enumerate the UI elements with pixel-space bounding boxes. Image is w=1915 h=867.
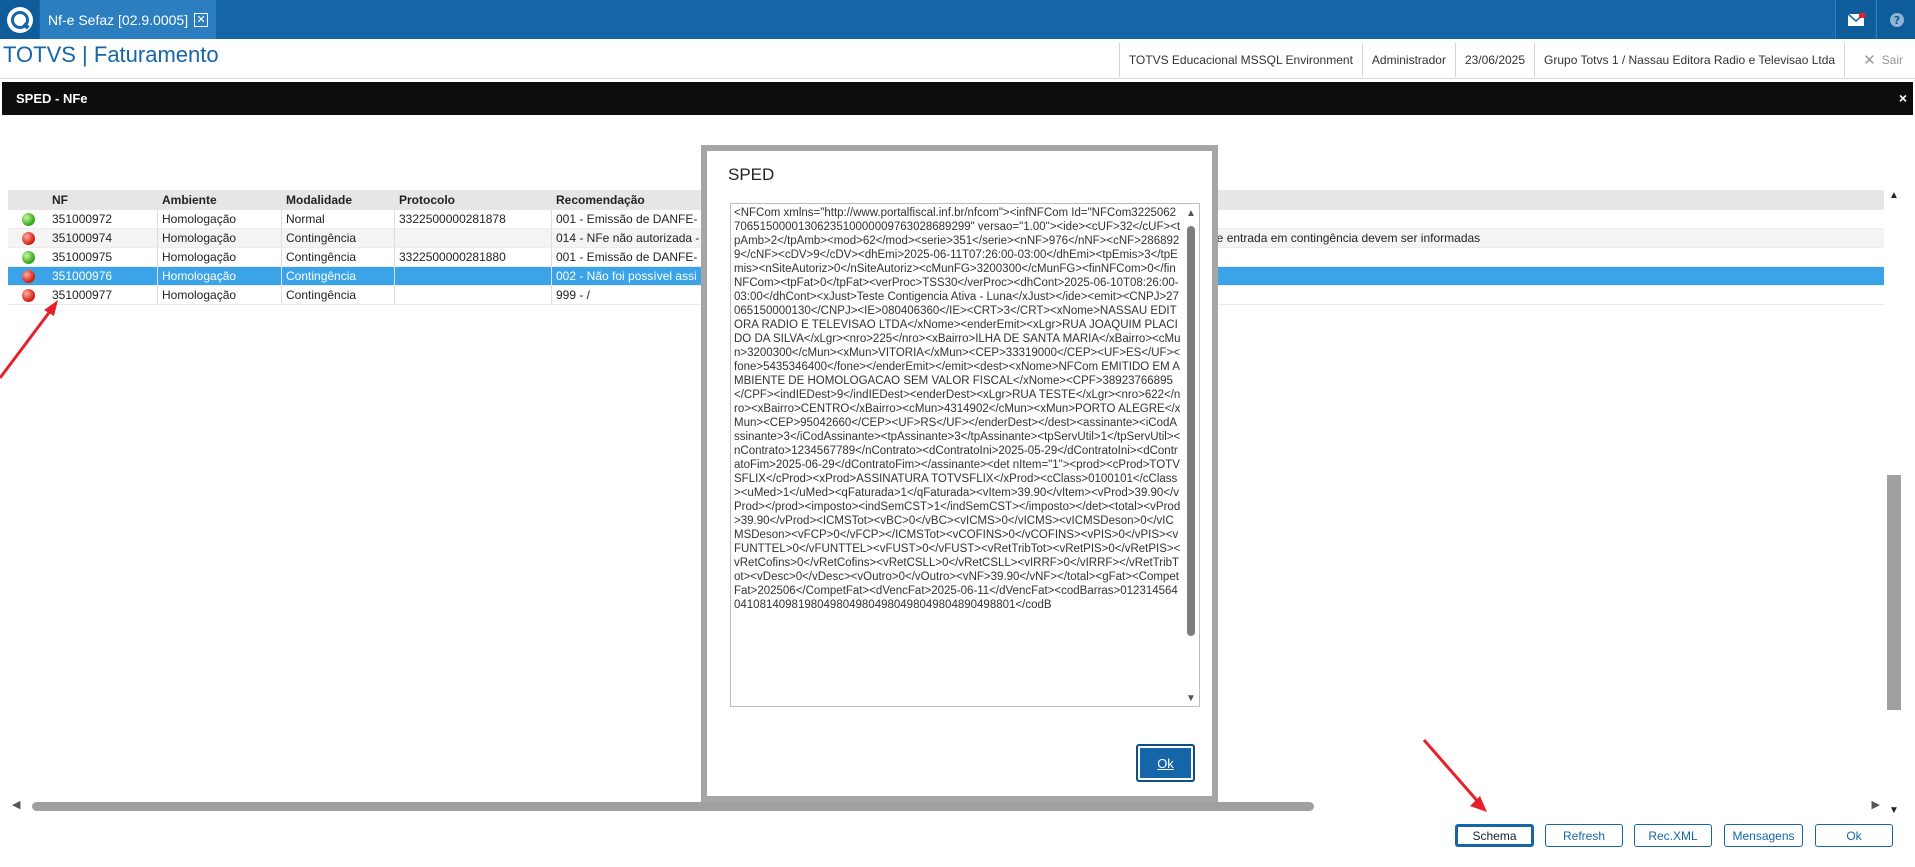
column-header-protocolo[interactable]: Protocolo: [395, 190, 552, 210]
cell-modalidade: Normal: [282, 210, 395, 228]
scroll-up-icon[interactable]: ▲: [1186, 208, 1196, 219]
app-header: TOTVS | Faturamento TOTVS Educacional MS…: [0, 39, 1915, 79]
status-cell: [8, 267, 48, 285]
mail-icon: [1847, 12, 1865, 26]
date-label: 23/06/2025: [1454, 43, 1534, 77]
scroll-thumb[interactable]: [32, 802, 1314, 811]
scroll-down-icon[interactable]: ▼: [1186, 693, 1196, 704]
scroll-right-icon[interactable]: ▶: [1872, 798, 1880, 811]
cell-ambiente: Homologação: [158, 248, 282, 266]
session-info: TOTVS Educacional MSSQL Environment Admi…: [1118, 43, 1915, 77]
sped-dialog: SPED <NFCom xmlns="http://www.portalfisc…: [701, 145, 1218, 802]
cell-modalidade: Contingência: [282, 248, 395, 266]
tab-nfe-sefaz[interactable]: Nf-e Sefaz [02.9.0005] ✕: [40, 0, 217, 39]
close-icon: ✕: [1863, 52, 1876, 69]
cell-modalidade: Contingência: [282, 229, 395, 247]
ok-button[interactable]: Ok: [1815, 824, 1893, 847]
column-header-nf[interactable]: NF: [48, 190, 158, 210]
svg-text:?: ?: [1893, 14, 1899, 27]
cell-protocolo: [395, 286, 552, 304]
cell-ambiente: Homologação: [158, 229, 282, 247]
status-cell: [8, 229, 48, 247]
xml-scrollbar[interactable]: ▲ ▼: [1185, 206, 1197, 704]
scroll-thumb[interactable]: [1187, 226, 1195, 636]
column-header-ambiente[interactable]: Ambiente: [158, 190, 282, 210]
cell-recomendacao-overflow: a de entrada em contingência devem ser i…: [1200, 231, 1481, 245]
app-brand-title: TOTVS | Faturamento: [3, 42, 219, 67]
scroll-left-icon[interactable]: ◀: [12, 798, 20, 811]
mail-button[interactable]: [1835, 0, 1875, 39]
window-close-icon[interactable]: ×: [1899, 90, 1907, 106]
grid-vertical-scrollbar[interactable]: ▲ ▼: [1886, 190, 1902, 816]
cell-ambiente: Homologação: [158, 210, 282, 228]
schema-button[interactable]: Schema: [1455, 824, 1534, 847]
column-header-modalidade[interactable]: Modalidade: [282, 190, 395, 210]
rec-xml-button[interactable]: Rec.XML: [1634, 824, 1712, 847]
mensagens-button[interactable]: Mensagens: [1724, 824, 1803, 847]
cell-nf: 351000972: [48, 210, 158, 228]
window-title: SPED - NFe: [16, 91, 88, 106]
cell-ambiente: Homologação: [158, 286, 282, 304]
home-button[interactable]: [0, 0, 39, 39]
cell-nf: 351000977: [48, 286, 158, 304]
environment-label: TOTVS Educacional MSSQL Environment: [1118, 43, 1362, 77]
cell-protocolo: 3322500000281878: [395, 210, 552, 228]
cell-nf: 351000974: [48, 229, 158, 247]
dialog-title: SPED: [728, 165, 775, 184]
status-red-icon: [21, 288, 35, 302]
status-red-icon: [21, 269, 35, 283]
help-icon: ?: [1889, 12, 1904, 27]
status-cell: [8, 286, 48, 304]
cell-protocolo: [395, 229, 552, 247]
home-icon: [6, 6, 33, 33]
status-cell: [8, 248, 48, 266]
cell-protocolo: 3322500000281880: [395, 248, 552, 266]
status-column-header: [8, 190, 48, 210]
app-tab-bar: Nf-e Sefaz [02.9.0005] ✕ ?: [0, 0, 1915, 39]
cell-protocolo: [395, 267, 552, 285]
cell-nf: 351000975: [48, 248, 158, 266]
window-title-bar: SPED - NFe ×: [2, 82, 1913, 115]
status-cell: [8, 210, 48, 228]
status-red-icon: [21, 231, 35, 245]
cell-ambiente: Homologação: [158, 267, 282, 285]
user-label: Administrador: [1361, 43, 1455, 77]
company-label: Grupo Totvs 1 / Nassau Editora Radio e T…: [1534, 43, 1844, 77]
scroll-down-icon[interactable]: ▼: [1889, 805, 1899, 816]
xml-content: <NFCom xmlns="http://www.portalfiscal.in…: [734, 207, 1181, 611]
cell-nf: 351000976: [48, 267, 158, 285]
exit-button[interactable]: ✕ Sair: [1844, 43, 1915, 77]
tab-close-icon[interactable]: ✕: [194, 12, 209, 27]
cell-modalidade: Contingência: [282, 286, 395, 304]
cell-modalidade: Contingência: [282, 267, 395, 285]
tab-label: Nf-e Sefaz [02.9.0005]: [48, 11, 189, 28]
exit-label: Sair: [1881, 53, 1903, 67]
scroll-thumb[interactable]: [1887, 475, 1901, 710]
refresh-button[interactable]: Refresh: [1545, 824, 1623, 847]
dialog-ok-button[interactable]: Ok: [1136, 744, 1195, 782]
status-green-icon: [21, 212, 35, 226]
scroll-up-icon[interactable]: ▲: [1889, 190, 1899, 201]
status-green-icon: [21, 250, 35, 264]
xml-textarea[interactable]: <NFCom xmlns="http://www.portalfiscal.in…: [730, 203, 1200, 707]
help-button[interactable]: ?: [1876, 0, 1915, 39]
